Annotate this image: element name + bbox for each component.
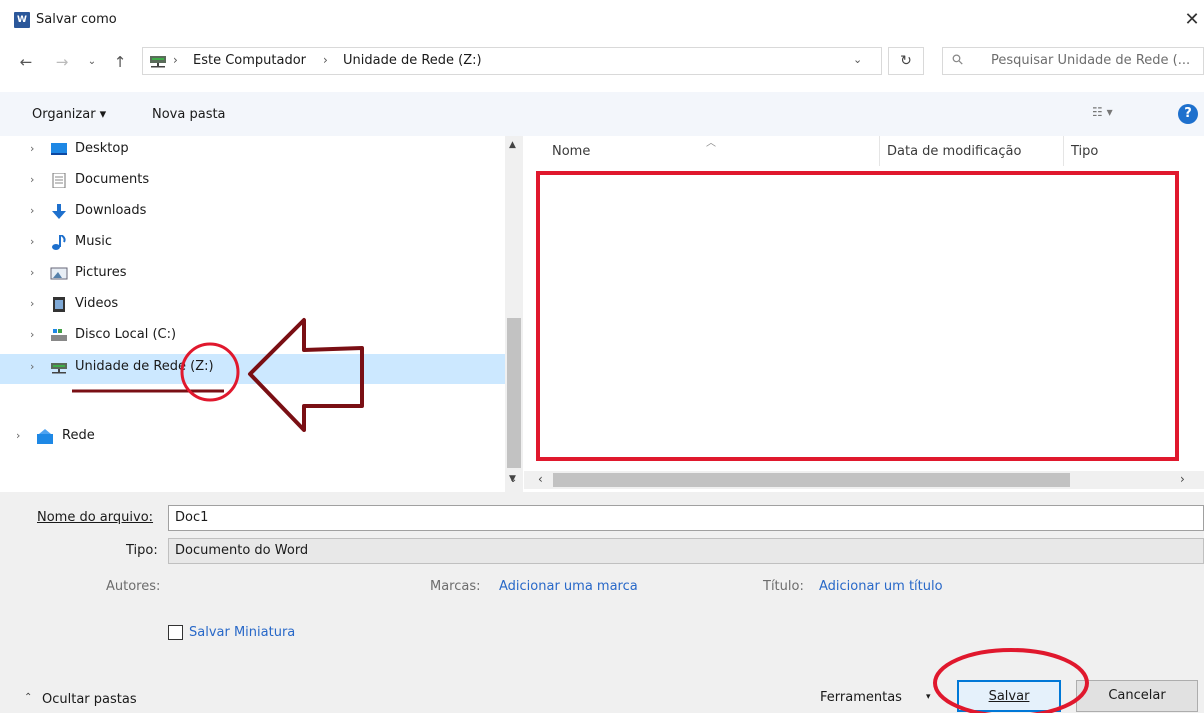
scroll-left-icon[interactable]: ‹ <box>538 472 543 486</box>
refresh-button[interactable]: ↻ <box>888 47 924 75</box>
tree-item-pictures[interactable]: › Pictures <box>0 260 505 288</box>
tree-item-label: Videos <box>75 296 119 311</box>
annotation-highlight-rectangle <box>536 171 1179 461</box>
scroll-up-icon[interactable]: ▲ <box>509 140 516 150</box>
column-header-type[interactable]: Tipo <box>1071 144 1098 159</box>
tree-item-label: Music <box>75 234 112 249</box>
save-thumbnail-checkbox[interactable] <box>168 625 183 640</box>
save-button[interactable]: Salvar <box>957 680 1061 712</box>
column-header-date-modified[interactable]: Data de modificação <box>887 144 1021 159</box>
word-app-icon: W <box>14 12 30 28</box>
scroll-right-icon[interactable]: › <box>1180 472 1185 486</box>
up-button[interactable]: ↑ <box>108 50 132 74</box>
tags-label: Marcas: <box>430 579 481 594</box>
title-label: Título: <box>763 579 804 594</box>
breadcrumb-separator: › <box>173 53 178 67</box>
tree-item-local-disk[interactable]: › Disco Local (C:) <box>0 322 505 350</box>
tree-item-network-drive[interactable]: › Unidade de Rede (Z:) <box>0 354 505 384</box>
file-type-select[interactable]: Documento do Word <box>168 538 1204 564</box>
tree-item-desktop[interactable]: › Desktop <box>0 136 505 164</box>
recent-locations-dropdown[interactable]: ⌄ <box>80 50 104 74</box>
tools-button[interactable]: Ferramentas <box>820 690 902 705</box>
column-divider[interactable] <box>1063 136 1064 166</box>
chevron-right-icon[interactable]: › <box>30 328 34 341</box>
music-icon <box>52 235 66 250</box>
breadcrumb-unidade-de-rede[interactable]: Unidade de Rede (Z:) <box>343 53 482 68</box>
file-type-label: Tipo: <box>126 543 158 558</box>
title-bar: W Salvar como ✕ <box>0 0 1204 40</box>
chevron-down-icon[interactable]: ⌄ <box>853 53 862 66</box>
tree-item-downloads[interactable]: › Downloads <box>0 198 505 226</box>
column-divider[interactable] <box>879 136 880 166</box>
sort-ascending-icon: ︿ <box>706 138 716 149</box>
tree-item-label: Documents <box>75 172 150 187</box>
authors-label: Autores: <box>106 579 161 594</box>
add-tag-link[interactable]: Adicionar uma marca <box>499 579 638 594</box>
filename-label: Nome do arquivo: <box>37 510 154 525</box>
help-icon[interactable]: ? <box>1178 104 1198 124</box>
search-icon: ⚲ <box>948 50 968 70</box>
command-toolbar: Organizar ▾ Nova pasta ☷ ▾ ? <box>0 92 1204 136</box>
tree-item-music[interactable]: › Music <box>0 229 505 257</box>
tree-item-label: Downloads <box>75 203 147 218</box>
add-title-link[interactable]: Adicionar um título <box>819 579 943 594</box>
search-placeholder: Pesquisar Unidade de Rede (... <box>991 53 1191 68</box>
videos-icon <box>53 297 65 312</box>
breadcrumb-separator: › <box>323 53 328 67</box>
chevron-right-icon[interactable]: › <box>30 360 34 373</box>
chevron-right-icon[interactable]: › <box>30 204 34 217</box>
documents-icon <box>52 173 66 188</box>
network-icon <box>37 429 53 444</box>
navigation-pane: › Desktop › Documents › Downloads › Musi… <box>0 136 505 492</box>
search-input[interactable]: ⚲ Pesquisar Unidade de Rede (... <box>942 47 1204 75</box>
forward-button[interactable]: → <box>50 50 74 74</box>
network-drive-icon <box>150 56 166 68</box>
new-folder-button[interactable]: Nova pasta <box>152 107 226 122</box>
tree-scrollbar-thumb[interactable] <box>507 318 521 468</box>
close-button[interactable]: ✕ <box>1180 8 1204 32</box>
chevron-right-icon[interactable]: › <box>30 235 34 248</box>
chevron-right-icon[interactable]: › <box>30 142 34 155</box>
tree-item-network[interactable]: › Rede <box>0 423 505 451</box>
breadcrumb-este-computador[interactable]: Este Computador <box>193 53 306 68</box>
chevron-down-icon[interactable]: ▾ <box>926 692 931 702</box>
hide-folders-button[interactable]: Ocultar pastas <box>42 692 137 707</box>
local-disk-icon <box>51 329 67 341</box>
horizontal-scrollbar-thumb[interactable] <box>553 473 1070 487</box>
tree-item-label: Pictures <box>75 265 127 280</box>
organize-button[interactable]: Organizar ▾ <box>32 107 106 122</box>
chevron-right-icon[interactable]: › <box>30 297 34 310</box>
tree-item-videos[interactable]: › Videos <box>0 291 505 319</box>
tree-item-documents[interactable]: › Documents <box>0 167 505 195</box>
chevron-up-icon[interactable]: ⌃ <box>24 692 32 703</box>
view-options-icon[interactable]: ☷ ▾ <box>1092 105 1113 119</box>
tree-item-label: Desktop <box>75 141 129 156</box>
filename-input[interactable]: Doc1 <box>168 505 1204 531</box>
chevron-right-icon[interactable]: › <box>16 429 20 442</box>
chevron-right-icon[interactable]: › <box>30 266 34 279</box>
chevron-right-icon[interactable]: › <box>30 173 34 186</box>
window-title: Salvar como <box>36 12 117 27</box>
network-drive-icon <box>51 363 67 374</box>
address-bar[interactable]: › Este Computador › Unidade de Rede (Z:)… <box>142 47 882 75</box>
desktop-icon <box>51 143 67 155</box>
tree-item-label: Rede <box>62 428 95 443</box>
cancel-button[interactable]: Cancelar <box>1076 680 1198 712</box>
tree-item-label: Unidade de Rede (Z:) <box>75 359 214 374</box>
tree-item-label: Disco Local (C:) <box>75 327 177 342</box>
column-header-name[interactable]: Nome <box>552 144 590 159</box>
back-button[interactable]: ← <box>14 50 38 74</box>
save-thumbnail-label[interactable]: Salvar Miniatura <box>189 625 295 640</box>
chevron-down-icon[interactable]: ⌄ <box>509 474 517 485</box>
downloads-icon <box>52 204 66 219</box>
pictures-icon <box>50 267 68 280</box>
